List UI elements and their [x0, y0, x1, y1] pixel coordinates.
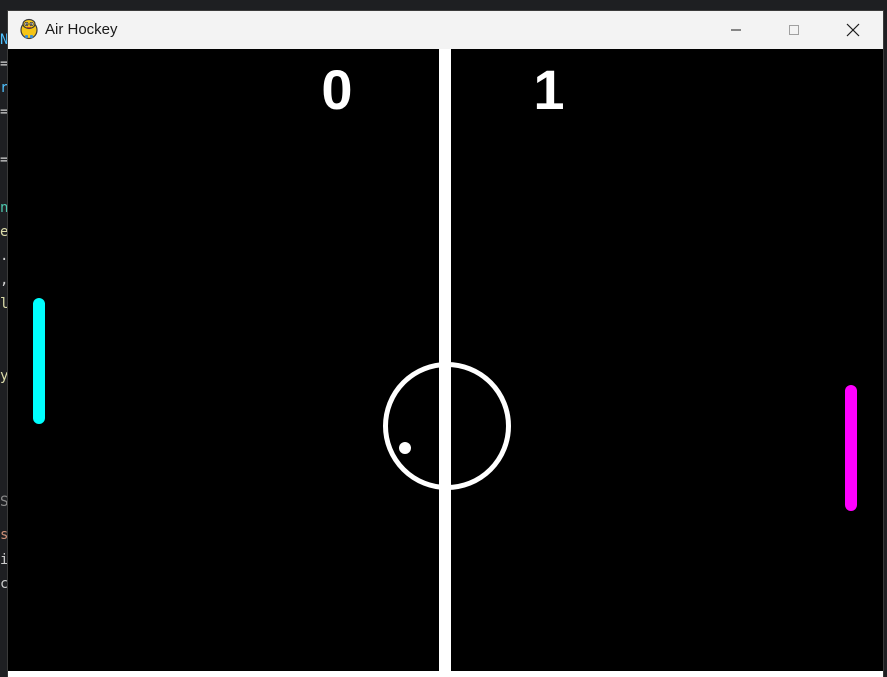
title-bar[interactable]: Air Hockey: [8, 11, 883, 49]
python-icon: [18, 18, 40, 40]
maximize-button[interactable]: [765, 11, 823, 49]
window-title: Air Hockey: [45, 21, 118, 38]
center-line: [439, 49, 451, 671]
window-bottom-edge: [8, 671, 883, 677]
puck: [399, 442, 411, 454]
minimize-icon: [730, 24, 742, 36]
left-paddle[interactable]: [33, 298, 45, 424]
score-right: 1: [533, 58, 565, 121]
center-circle: [383, 362, 511, 490]
minimize-button[interactable]: [707, 11, 765, 49]
game-window: Air Hockey 0 1: [8, 11, 883, 677]
right-paddle[interactable]: [845, 385, 857, 511]
game-canvas[interactable]: 0 1: [8, 49, 883, 671]
maximize-icon: [788, 24, 800, 36]
close-button[interactable]: [824, 11, 882, 49]
score-left: 0: [321, 58, 353, 121]
close-icon: [846, 23, 860, 37]
